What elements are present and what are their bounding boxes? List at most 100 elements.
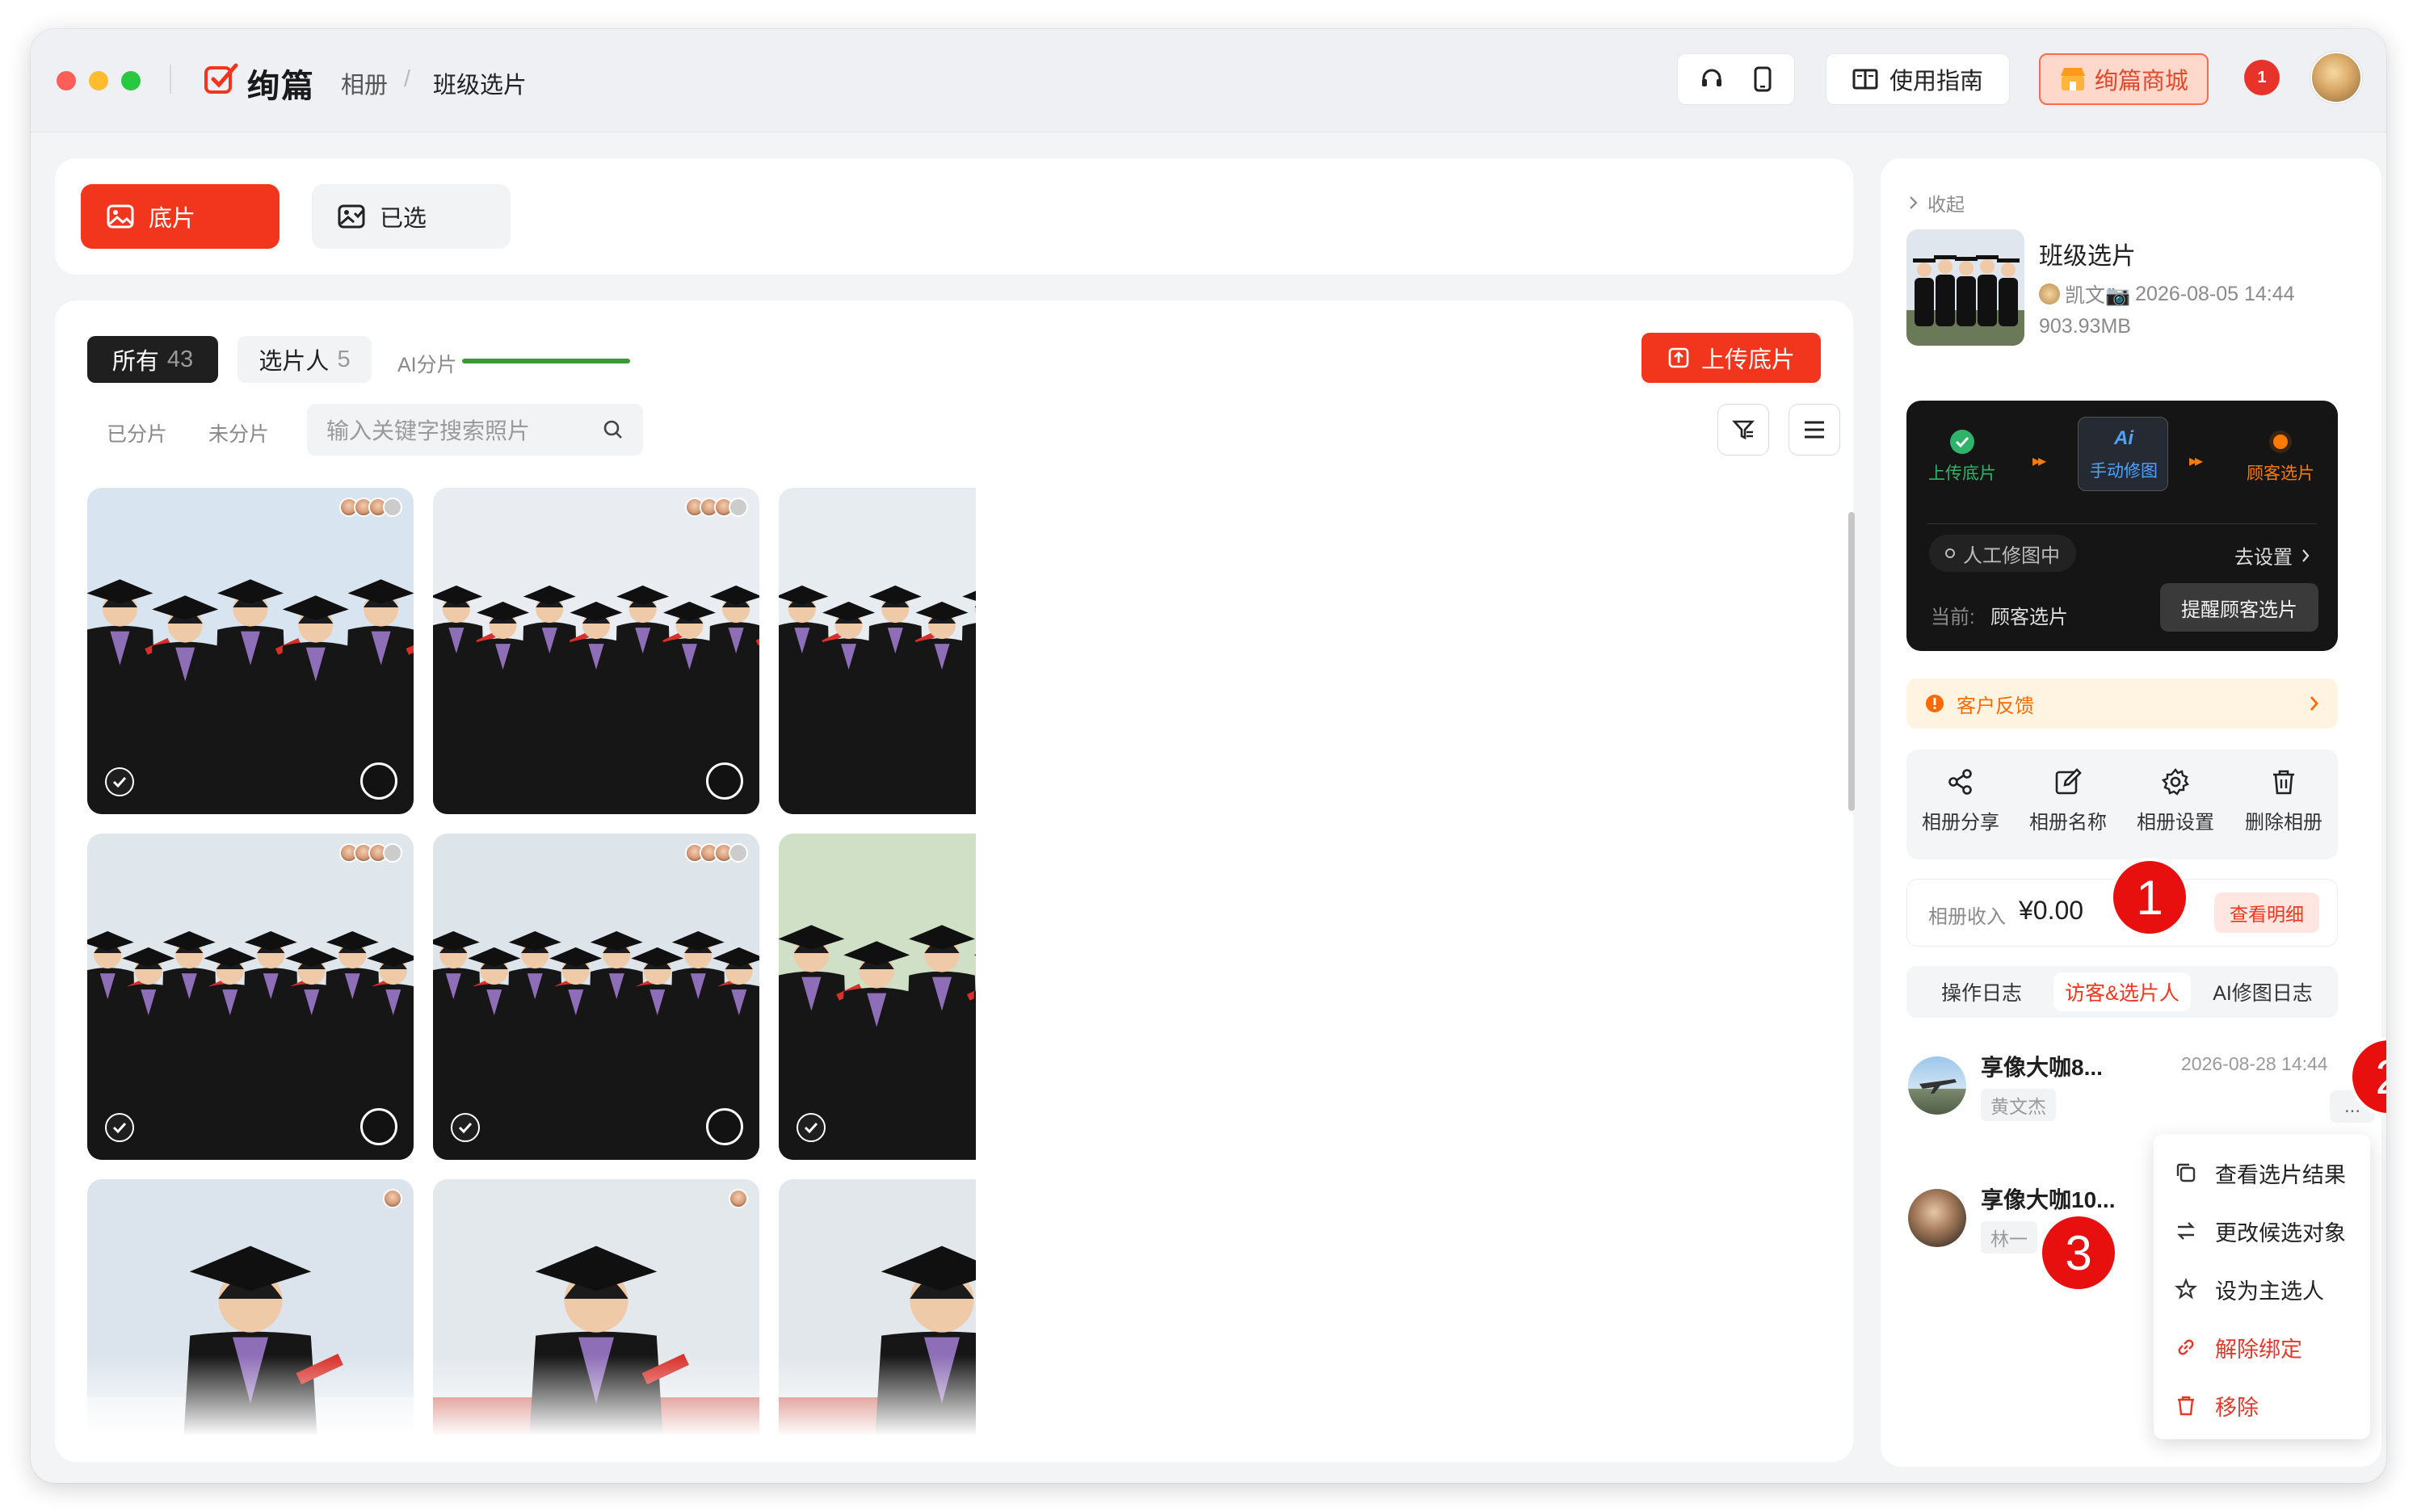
- tab-operation-log[interactable]: 操作日志: [1913, 972, 2050, 1011]
- assigned-check-icon: [105, 1113, 134, 1142]
- tab-selected-label: 已选: [380, 206, 427, 232]
- menu-change-candidate-label: 更改候选对象: [2215, 1220, 2346, 1245]
- logo-icon: [204, 63, 238, 94]
- photo-tile[interactable]: [87, 488, 414, 814]
- menu-view-results[interactable]: 查看选片结果: [2154, 1144, 2370, 1202]
- select-circle[interactable]: [706, 1108, 743, 1145]
- menu-set-main-picker[interactable]: 设为主选人: [2154, 1260, 2370, 1318]
- list-view-button[interactable]: [1789, 404, 1840, 456]
- divider: [1927, 523, 2317, 524]
- arrow-icon: ▸▸: [2032, 452, 2046, 470]
- headset-icon[interactable]: [1700, 67, 1724, 91]
- search-icon[interactable]: [603, 419, 624, 440]
- guide-button[interactable]: 使用指南: [1826, 53, 2010, 105]
- more-pickers-icon: [729, 843, 748, 863]
- minimize-window-button[interactable]: [89, 71, 108, 90]
- select-circle[interactable]: [360, 1108, 397, 1145]
- step-manual-retouch[interactable]: Ai 手动修图: [2078, 417, 2168, 491]
- notification-badge[interactable]: 1: [2244, 60, 2280, 95]
- photo-thumbnail: [433, 488, 759, 814]
- photo-tile[interactable]: [433, 834, 759, 1160]
- copy-icon: [2176, 1163, 2196, 1182]
- ai-split-label: AI分片: [397, 354, 457, 376]
- share-album-button[interactable]: 相册分享: [1906, 767, 2015, 834]
- collapse-label: 收起: [1927, 194, 1965, 215]
- chevron-right-icon: [2310, 696, 2318, 711]
- step-upload: 上传底片: [1918, 425, 2007, 485]
- filter-pickers-label: 选片人: [259, 349, 330, 375]
- title-bar: 绚篇 相册 / 班级选片 使用指南 绚篇商城 1: [31, 29, 2386, 132]
- mall-label: 绚篇商城: [2094, 69, 2188, 94]
- store-icon: [2060, 68, 2085, 90]
- select-circle[interactable]: [360, 762, 397, 800]
- user-avatar[interactable]: [2310, 52, 2362, 103]
- setup-label: 去设置: [2234, 547, 2293, 569]
- tab-visitors[interactable]: 访客&选片人: [2053, 972, 2191, 1011]
- visitor-name: 享像大咖10...: [1981, 1187, 2116, 1212]
- photo-tile[interactable]: [87, 834, 414, 1160]
- tab-selected[interactable]: 已选: [312, 184, 511, 249]
- picker-avatar: [383, 1189, 402, 1208]
- feedback-content: 客户反馈: [1924, 690, 2034, 718]
- image-icon: [107, 204, 134, 229]
- setup-link[interactable]: 去设置: [2234, 541, 2310, 569]
- delete-label: 删除相册: [2245, 812, 2322, 834]
- support-device-group: [1677, 53, 1795, 105]
- picker-faces: [339, 843, 402, 863]
- tab-originals-label: 底片: [149, 206, 196, 232]
- mall-button[interactable]: 绚篇商城: [2039, 53, 2209, 105]
- search-input[interactable]: 输入关键字搜索照片: [307, 404, 643, 456]
- album-meta: 凯文📷 2026-08-05 14:44: [2039, 279, 2295, 309]
- book-icon: [1852, 69, 1878, 90]
- menu-remove-label: 移除: [2215, 1395, 2259, 1420]
- assigned-check-icon: [105, 767, 134, 796]
- photo-thumbnail: [779, 834, 976, 1160]
- visitor-avatar: [1908, 1189, 1966, 1247]
- picker-faces: [383, 1189, 402, 1208]
- maximize-window-button[interactable]: [121, 71, 141, 90]
- upload-icon: [1668, 347, 1689, 368]
- album-settings-button[interactable]: 相册设置: [2121, 767, 2230, 834]
- callout-3: 3: [2039, 1213, 2118, 1292]
- menu-remove[interactable]: 移除: [2154, 1376, 2370, 1434]
- filter-button[interactable]: [1717, 404, 1769, 456]
- divider: [170, 65, 171, 94]
- collapse-toggle[interactable]: 收起: [1908, 189, 1965, 216]
- assigned-check-icon: [797, 1113, 826, 1142]
- status-dot-icon: [1945, 548, 1955, 558]
- menu-set-main-picker-label: 设为主选人: [2215, 1279, 2324, 1304]
- menu-change-candidate[interactable]: 更改候选对象: [2154, 1202, 2370, 1260]
- rename-album-button[interactable]: 相册名称: [2014, 767, 2122, 834]
- photo-tile[interactable]: [779, 834, 976, 1160]
- breadcrumb-album[interactable]: 相册: [341, 66, 388, 100]
- income-value: ¥0.00: [2019, 896, 2084, 925]
- close-window-button[interactable]: [57, 71, 76, 90]
- upload-button[interactable]: 上传底片: [1641, 333, 1821, 383]
- photo-tile[interactable]: [779, 488, 976, 814]
- select-circle[interactable]: [706, 762, 743, 800]
- delete-album-button[interactable]: 删除相册: [2230, 767, 2338, 834]
- remind-customer-button[interactable]: 提醒顾客选片: [2160, 583, 2318, 632]
- filter-all[interactable]: 所有 43: [87, 336, 218, 383]
- filter-assigned[interactable]: 已分片: [107, 418, 167, 447]
- picker-faces: [339, 498, 402, 517]
- step-customer-pick: 顾客选片: [2236, 425, 2325, 485]
- menu-unbind[interactable]: 解除绑定: [2154, 1318, 2370, 1376]
- retouch-status: 人工修图中: [1929, 535, 2076, 572]
- filter-unassigned[interactable]: 未分片: [208, 418, 269, 447]
- customer-feedback-bar[interactable]: 客户反馈: [1906, 678, 2338, 729]
- picker-faces: [685, 498, 748, 517]
- photo-tile[interactable]: [433, 488, 759, 814]
- tab-ai-log[interactable]: AI修图日志: [2194, 972, 2331, 1011]
- tab-originals[interactable]: 底片: [81, 184, 280, 249]
- retouch-status-label: 人工修图中: [1963, 544, 2060, 567]
- mobile-icon[interactable]: [1753, 66, 1772, 92]
- menu-view-results-label: 查看选片结果: [2215, 1162, 2346, 1187]
- view-detail-button[interactable]: 查看明细: [2214, 892, 2319, 933]
- check-circle-icon: [1950, 430, 1974, 454]
- star-icon: [2175, 1278, 2197, 1300]
- grid-scrollbar[interactable]: [1848, 512, 1855, 811]
- filter-pickers[interactable]: 选片人 5: [237, 336, 372, 383]
- photo-thumbnail: [433, 834, 759, 1160]
- unlink-icon: [2178, 1339, 2194, 1355]
